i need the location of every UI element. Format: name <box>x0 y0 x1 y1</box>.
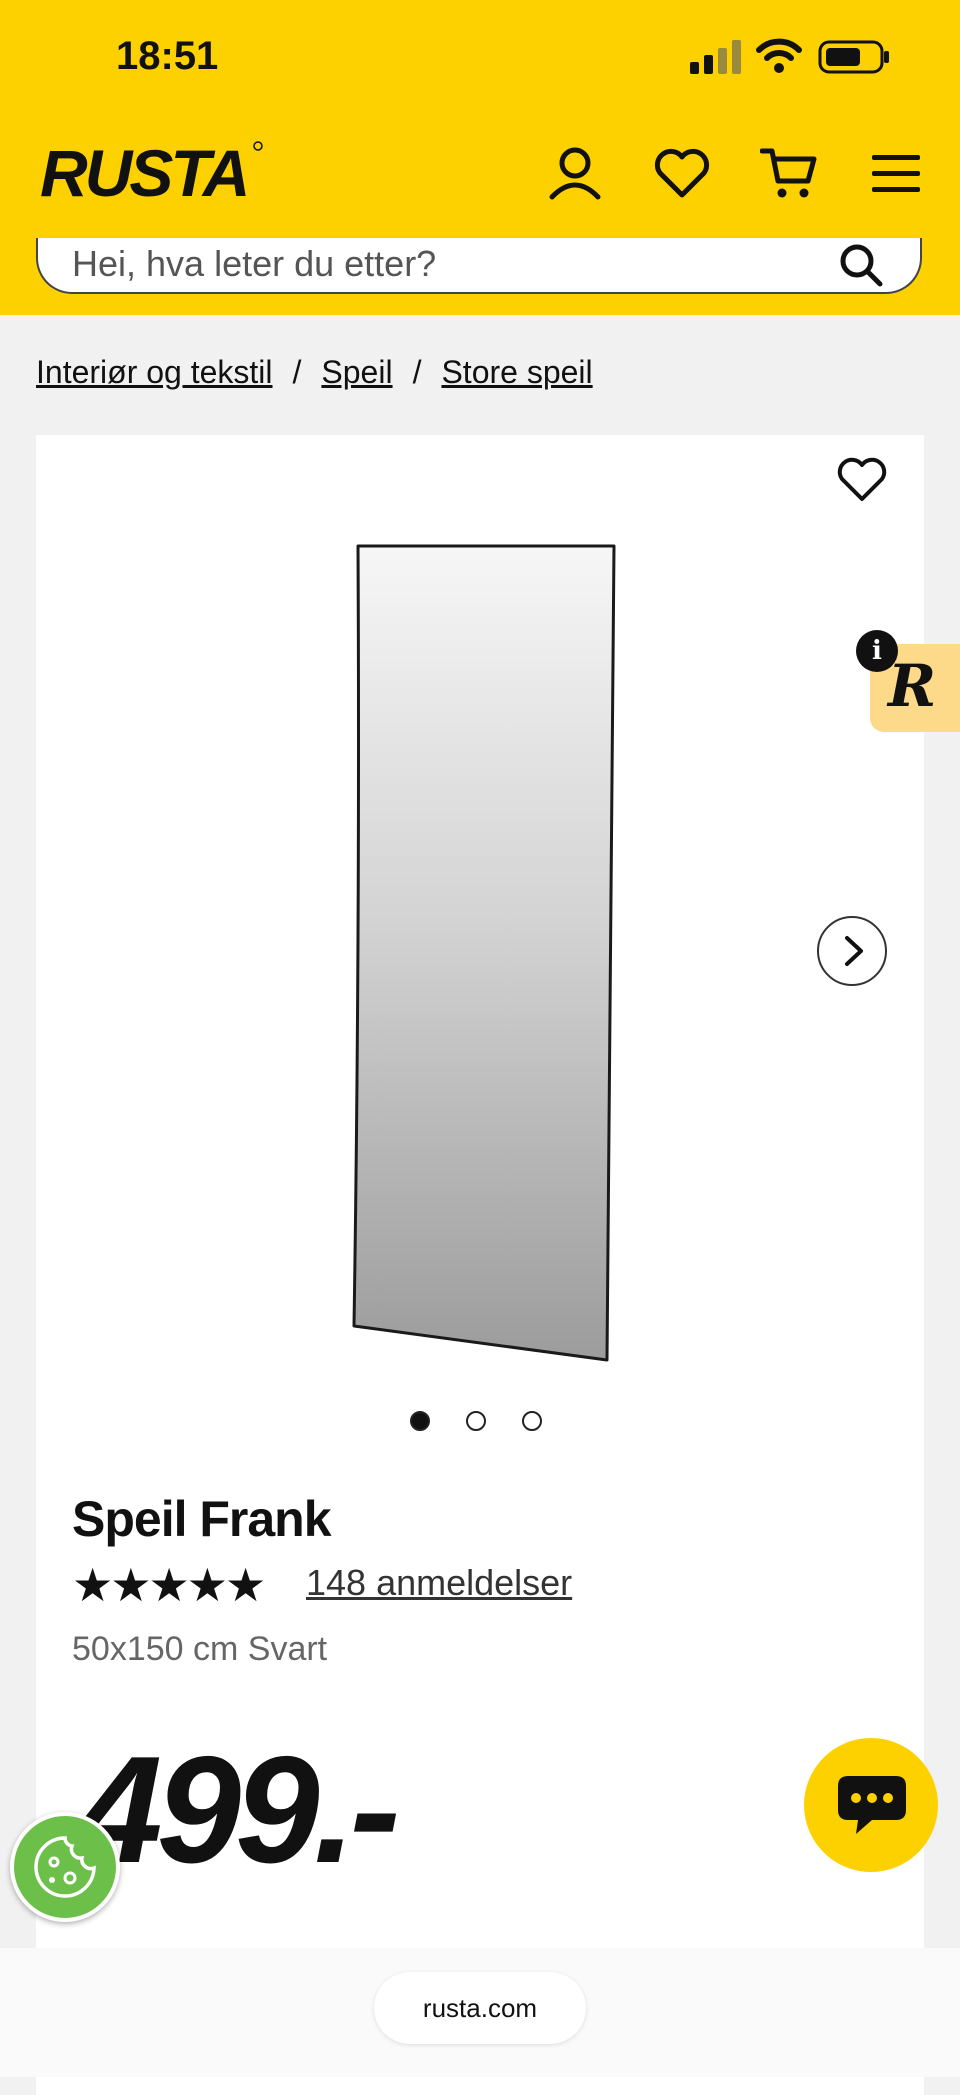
product-variant: 50x150 cm Svart <box>72 1630 328 1668</box>
badge-letter: R <box>888 652 937 720</box>
breadcrumb-separator: / <box>412 354 422 390</box>
site-header: 18:51 RUSTA <box>0 0 960 315</box>
pagination-dot-2[interactable] <box>466 1411 486 1431</box>
battery-icon <box>818 40 889 74</box>
product-image-mirror[interactable] <box>350 540 620 1370</box>
chevron-right-icon <box>845 936 863 966</box>
breadcrumb-separator: / <box>292 354 302 390</box>
status-time: 18:51 <box>116 34 219 78</box>
breadcrumb-link-interior[interactable]: Interiør og tekstil <box>36 354 273 391</box>
pagination-dot-1[interactable] <box>410 1411 430 1431</box>
cookie-icon <box>34 1836 96 1898</box>
url-bar[interactable]: rusta.com <box>374 1972 586 2044</box>
cellular-signal-icon <box>690 40 741 74</box>
svg-text:RUSTA: RUSTA <box>40 136 247 206</box>
product-title: Speil Frank <box>72 1491 332 1547</box>
breadcrumb-link-large-mirrors[interactable]: Store speil <box>441 354 592 391</box>
heart-icon[interactable] <box>653 145 711 201</box>
account-icon[interactable] <box>546 145 604 201</box>
image-pagination <box>410 1411 542 1431</box>
next-image-button[interactable] <box>817 916 887 986</box>
chat-button[interactable] <box>804 1738 938 1872</box>
reviews-link[interactable]: 148 anmeldelser <box>306 1562 572 1604</box>
product-price: 499.- <box>78 1725 400 1895</box>
wifi-icon <box>756 38 802 73</box>
rating-stars: ★★★★★ <box>72 1559 266 1611</box>
browser-bottom-bar: rusta.com <box>0 1948 960 2077</box>
search-icon[interactable] <box>838 244 884 290</box>
breadcrumb-link-mirrors[interactable]: Speil <box>321 354 392 391</box>
cart-icon[interactable] <box>760 145 818 201</box>
search-input[interactable] <box>72 242 832 286</box>
pagination-dot-3[interactable] <box>522 1411 542 1431</box>
search-bar <box>36 238 922 294</box>
favorite-heart-icon[interactable] <box>836 455 888 503</box>
breadcrumb: Interiør og tekstil / Speil / Store spei… <box>36 354 593 391</box>
rusta-logo[interactable]: RUSTA <box>36 136 266 206</box>
info-icon[interactable]: i <box>856 630 898 672</box>
menu-icon[interactable] <box>868 145 926 201</box>
cookie-settings-button[interactable] <box>10 1812 120 1922</box>
chat-bubble-icon <box>838 1776 906 1834</box>
